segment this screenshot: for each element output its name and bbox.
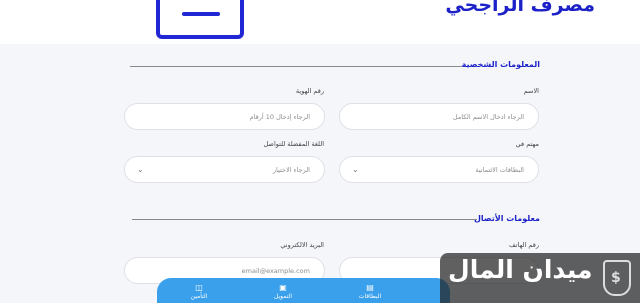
phone-label: رقم الهاتف <box>509 241 539 249</box>
language-label: اللغة المفضلة للتواصل <box>263 140 325 148</box>
section-divider <box>132 219 477 220</box>
email-placeholder: email@example.com <box>241 267 310 275</box>
watermark-text: ميدان المال <box>448 255 593 284</box>
interest-select[interactable]: البطاقات الائتمانية ⌄ <box>339 156 539 183</box>
top-header: مصرف الراجحي <box>0 0 640 44</box>
chevron-down-icon: ⌄ <box>352 165 359 174</box>
name-field[interactable]: الرجاء ادخال الاسم الكامل <box>339 103 539 130</box>
email-label: البريد الالكتروني <box>280 241 324 249</box>
nav-insurance[interactable]: ◫ التأمين <box>179 283 219 300</box>
id-number-field[interactable]: الرجاء إدخال 10 أرقام <box>124 103 325 130</box>
nav-cards[interactable]: ▤ البطاقات <box>350 283 390 300</box>
card-icon: ▤ <box>366 283 374 292</box>
personal-section-header: المعلومات الشخصية <box>130 60 540 74</box>
contact-section-header: معلومات الأتصال <box>130 214 540 228</box>
id-placeholder: الرجاء إدخال 10 أرقام <box>249 113 310 121</box>
contact-section-title: معلومات الأتصال <box>473 214 540 223</box>
interest-label: مهتم في <box>515 140 539 148</box>
nav-financing[interactable]: ▣ التمويل <box>263 283 303 300</box>
language-value: الرجاء الاختيار <box>272 166 310 174</box>
chevron-down-icon: ⌄ <box>137 165 144 174</box>
money-icon: ▣ <box>279 283 287 292</box>
id-label: رقم الهوية <box>295 87 324 95</box>
document-icon <box>156 0 244 39</box>
shield-dollar-icon: $ <box>603 260 631 296</box>
section-divider <box>130 66 462 67</box>
watermark: ميدان المال $ <box>440 253 640 303</box>
language-select[interactable]: الرجاء الاختيار ⌄ <box>124 156 325 183</box>
shield-document-icon: ◫ <box>195 283 203 292</box>
name-placeholder: الرجاء ادخال الاسم الكامل <box>452 113 524 121</box>
bottom-nav: ◫ التأمين ▣ التمويل ▤ البطاقات <box>157 278 450 303</box>
name-label: الاسم <box>523 87 539 95</box>
personal-section-title: المعلومات الشخصية <box>461 60 540 69</box>
brand-name: مصرف الراجحي <box>445 0 595 16</box>
interest-value: البطاقات الائتمانية <box>475 166 524 174</box>
